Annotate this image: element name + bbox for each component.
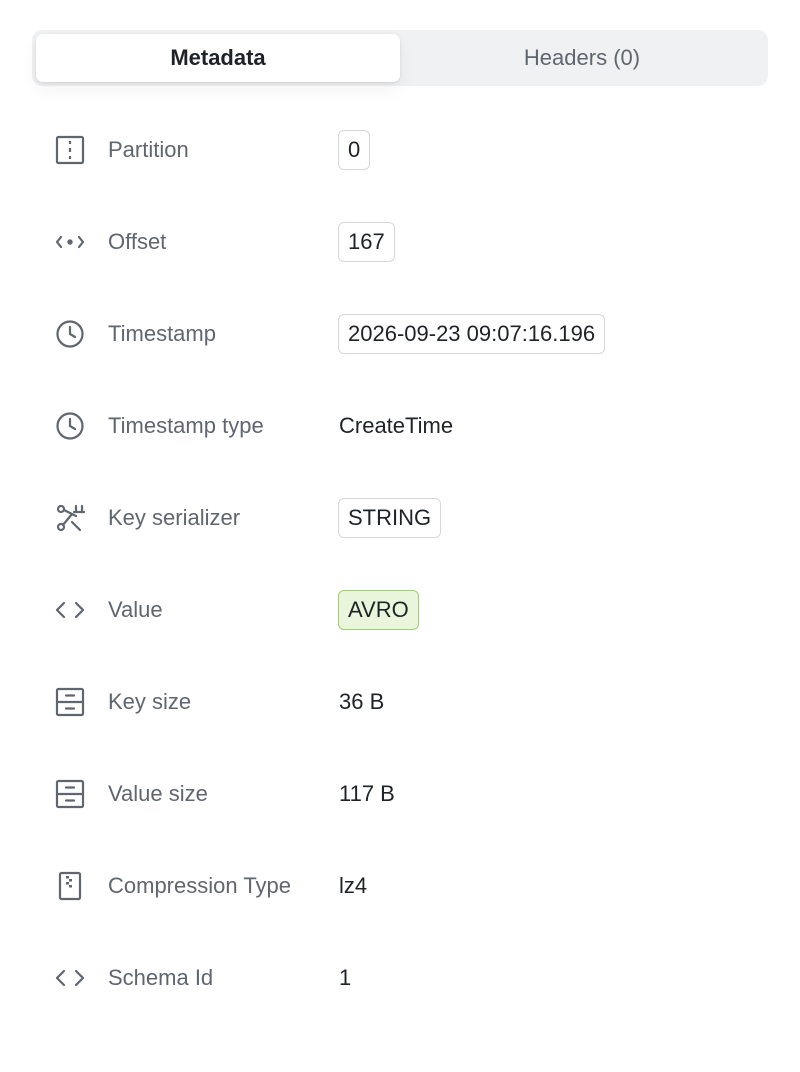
row-value: 2026-09-23 09:07:16.196: [338, 314, 606, 354]
value-format-badge: AVRO: [338, 590, 419, 630]
row-partition: Partition 0: [0, 104, 800, 196]
row-label: Schema Id: [108, 965, 214, 990]
tab-metadata[interactable]: Metadata: [36, 34, 400, 82]
metadata-list: Partition 0 Offset 167 Timestamp 2026-09…: [0, 104, 800, 1024]
row-value: 0: [338, 130, 371, 170]
row-label: Offset: [108, 229, 167, 254]
row-value: 36 B: [339, 689, 385, 714]
row-label: Timestamp: [108, 321, 216, 346]
row-value: lz4: [339, 873, 368, 898]
row-value-format: Value AVRO: [0, 564, 800, 656]
row-value: CreateTime: [339, 413, 454, 438]
partition-icon: [54, 134, 86, 166]
row-value: 167: [338, 222, 395, 262]
row-label: Compression Type: [108, 873, 292, 898]
row-value: 1: [339, 965, 352, 990]
row-timestamp: Timestamp 2026-09-23 09:07:16.196: [0, 288, 800, 380]
row-timestamp-type: Timestamp type CreateTime: [0, 380, 800, 472]
code-icon: [54, 594, 86, 626]
row-label: Timestamp type: [108, 413, 264, 438]
offset-icon: [54, 226, 86, 258]
clock-icon: [54, 318, 86, 350]
row-label: Key serializer: [108, 505, 241, 530]
row-compression-type: Compression Type lz4: [0, 840, 800, 932]
drawer-icon: [54, 686, 86, 718]
row-label: Value size: [108, 781, 208, 806]
row-offset: Offset 167: [0, 196, 800, 288]
tab-bar: Metadata Headers (0): [32, 30, 768, 86]
drawer-icon: [54, 778, 86, 810]
row-key-serializer: Key serializer STRING: [0, 472, 800, 564]
row-label: Partition: [108, 137, 189, 162]
code-icon: [54, 962, 86, 994]
row-value: STRING: [338, 498, 442, 538]
row-label: Value: [108, 597, 163, 622]
row-label: Key size: [108, 689, 192, 714]
zip-file-icon: [54, 870, 86, 902]
clock-icon: [54, 410, 86, 442]
row-key-size: Key size 36 B: [0, 656, 800, 748]
row-value-size: Value size 117 B: [0, 748, 800, 840]
row-value: 117 B: [339, 781, 395, 806]
tab-headers[interactable]: Headers (0): [400, 34, 764, 82]
serializer-icon: [54, 502, 86, 534]
row-schema-id: Schema Id 1: [0, 932, 800, 1024]
